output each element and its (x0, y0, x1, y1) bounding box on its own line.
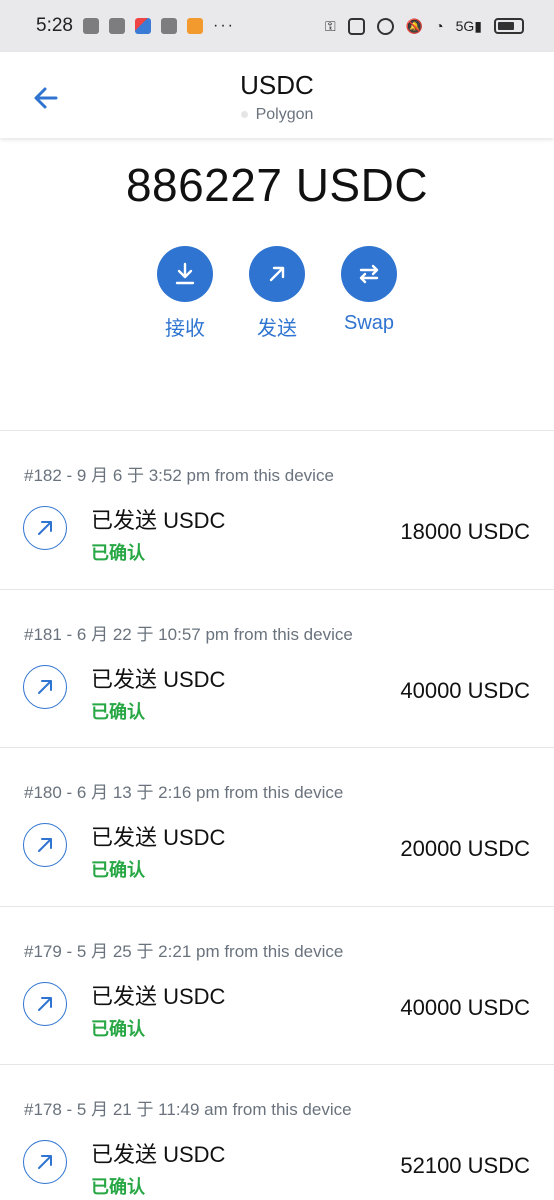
status-bar-left: 5:28 ··· (36, 15, 235, 37)
receive-circle[interactable] (157, 246, 213, 302)
token-balance: 886227 USDC (125, 159, 429, 211)
receive-icon (175, 262, 195, 285)
nfc-icon (347, 17, 365, 35)
send-circle[interactable] (249, 246, 305, 302)
key-icon: ⚿ (325, 17, 336, 34)
alarm-icon (376, 17, 394, 35)
swap-button[interactable]: Swap (341, 246, 397, 341)
app-header: USDC Polygon (0, 52, 554, 138)
mute-icon: 🔕 (405, 17, 424, 34)
receive-button[interactable]: 接收 (157, 246, 213, 341)
sent-arrow-icon (23, 982, 67, 1026)
signal-icon: 5G▮ (455, 17, 482, 34)
action-buttons: 接收 发送 Swap (0, 246, 554, 341)
transaction-status: 已确认 (91, 1019, 145, 1039)
transaction-meta: #178 - 5 月 21 于 11:49 am from this devic… (24, 1100, 352, 1119)
transaction-name: 已发送 USDC (91, 667, 226, 692)
transaction-name: 已发送 USDC (91, 825, 226, 850)
send-icon (269, 266, 285, 282)
transaction-meta: #180 - 6 月 13 于 2:16 pm from this device (24, 783, 344, 802)
receive-label: 接收 (165, 318, 205, 340)
transaction-amount: 20000 USDC (400, 836, 530, 861)
swap-icon (359, 264, 379, 284)
battery-icon (494, 18, 524, 34)
sent-arrow-icon (23, 506, 67, 550)
swap-label: Swap (343, 312, 395, 334)
sent-arrow-icon (23, 823, 67, 867)
network-name: Polygon (255, 106, 314, 123)
transaction-amount: 52100 USDC (400, 1153, 530, 1178)
transaction-item[interactable]: #182 - 9 月 6 于 3:52 pm from this device … (0, 431, 554, 589)
status-bar-right: ⚿ 🔕 ◔ 5G▮ (325, 17, 524, 35)
transaction-status: 已确认 (91, 702, 145, 722)
page-title: USDC (240, 70, 314, 100)
swap-circle[interactable] (341, 246, 397, 302)
transaction-status: 已确认 (91, 860, 145, 880)
wechat-icon (160, 18, 177, 34)
network-label: Polygon (0, 106, 554, 124)
wifi-icon: ◔ (435, 18, 444, 34)
notification-app-icon (108, 18, 125, 34)
more-notifications-icon: ··· (212, 17, 235, 34)
transaction-meta: #181 - 6 月 22 于 10:57 pm from this devic… (24, 625, 353, 644)
network-dot-icon (240, 111, 248, 119)
transaction-meta: #182 - 9 月 6 于 3:52 pm from this device (24, 466, 334, 485)
send-label: 发送 (257, 318, 297, 340)
notification-app-icon (82, 18, 99, 34)
sent-arrow-icon (23, 1140, 67, 1184)
transaction-item[interactable]: #180 - 6 月 13 于 2:16 pm from this device… (0, 748, 554, 906)
transaction-item[interactable]: #179 - 5 月 25 于 2:21 pm from this device… (0, 907, 554, 1065)
transaction-name: 已发送 USDC (91, 508, 226, 533)
send-button[interactable]: 发送 (249, 246, 305, 341)
transaction-amount: 40000 USDC (400, 995, 530, 1020)
transaction-meta: #179 - 5 月 25 于 2:21 pm from this device (24, 942, 344, 961)
transaction-name: 已发送 USDC (91, 1142, 226, 1167)
notification-app-icon (186, 18, 203, 34)
status-bar: 5:28 ··· ⚿ 🔕 ◔ 5G▮ (0, 0, 554, 52)
transaction-amount: 40000 USDC (400, 678, 530, 703)
sent-arrow-icon (23, 665, 67, 709)
transaction-amount: 18000 USDC (400, 519, 530, 544)
notification-app-icon (134, 18, 151, 34)
transaction-status: 已确认 (91, 1177, 145, 1197)
transaction-name: 已发送 USDC (91, 984, 226, 1009)
transaction-item[interactable]: #181 - 6 月 22 于 10:57 pm from this devic… (0, 590, 554, 748)
transaction-item[interactable]: #178 - 5 月 21 于 11:49 am from this devic… (0, 1065, 554, 1200)
transaction-status: 已确认 (91, 543, 145, 563)
status-time: 5:28 (36, 15, 73, 36)
network-type-label: 5G (455, 17, 475, 34)
